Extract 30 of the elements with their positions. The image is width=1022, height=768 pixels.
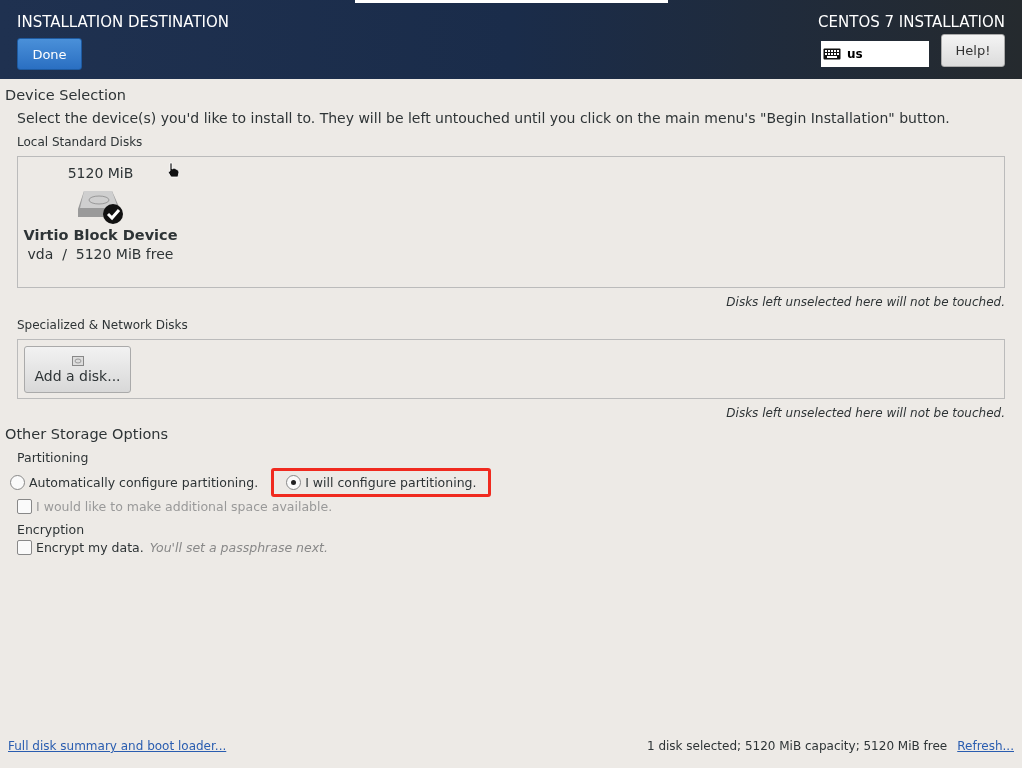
subsection-heading: Partitioning [17,450,90,465]
section-heading: Other Storage Options [5,426,170,442]
layout-code: us [847,47,863,61]
disk-icon [71,355,84,366]
disk-note: Disks left unselected here will not be touched. [725,406,1005,420]
subsection-heading: Local Standard Disks [17,135,144,149]
help-button[interactable]: Help! [941,34,1005,67]
selection-status: 1 disk selected; 5120 MiB capacity; 5120 MiB free [646,739,948,753]
subsection-heading: Specialized & Network Disks [17,318,189,332]
add-disk-button[interactable]: Add a disk... [24,346,131,393]
disk-name: Virtio Block Device [23,227,178,243]
disk-summary-link[interactable]: Full disk summary and boot loader... [8,739,227,753]
encryption-hint: You'll set a passphrase next. [149,540,328,555]
encrypt-checkbox[interactable]: Encrypt my data. [17,540,144,555]
disk-tile[interactable]: 5120 MiB Virtio Block Device vda / 5120 MiB free [18,157,183,262]
section-heading: Device Selection [5,87,128,103]
highlighted-radio-option[interactable]: I will configure partitioning. [271,468,492,497]
keyboard-layout-field[interactable]: us [821,41,929,67]
disk-note: Disks left unselected here will not be touched. [725,295,1005,309]
screen-title: INSTALLATION DESTINATION [17,13,230,31]
product-title: CENTOS 7 INSTALLATION [818,13,1005,31]
pointer-hand-icon [166,162,180,178]
refresh-link[interactable]: Refresh... [957,739,1014,753]
done-button[interactable]: Done [17,38,82,70]
intro-text: Select the device(s) you'd like to install to. They will be left untouched until you click on the main menu's "Begin Installation" button. [17,110,951,126]
radio-option[interactable]: Automatically configure partitioning. [4,469,262,496]
keyboard-icon [823,48,841,60]
subsection-heading: Encryption [17,522,86,537]
disk-size: 5120 MiB [67,165,134,181]
disk-detail: vda / 5120 MiB free [27,246,174,262]
